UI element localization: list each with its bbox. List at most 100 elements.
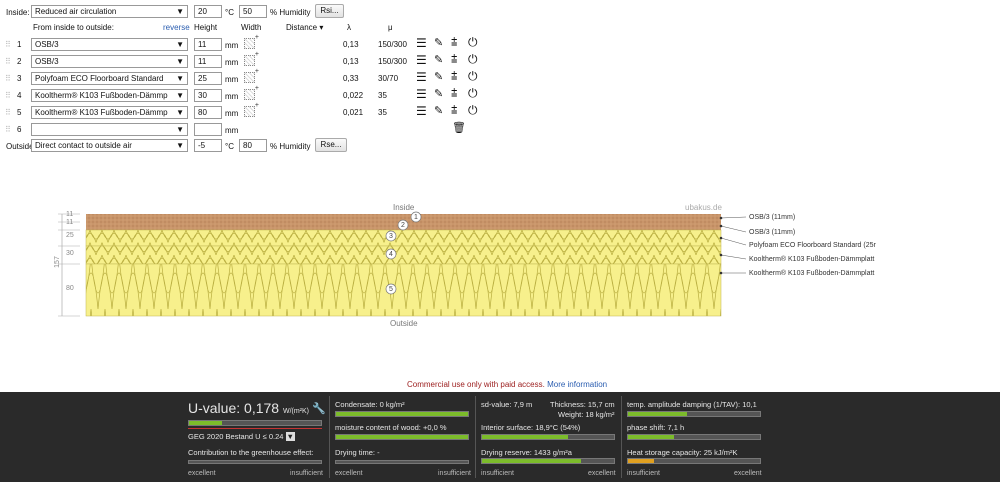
menu-icon[interactable]: ☰	[416, 88, 427, 100]
drag-handle-icon[interactable]: ⠿	[5, 108, 11, 117]
edit-pencil-icon[interactable]: ✎	[434, 89, 443, 100]
drag-handle-icon[interactable]: ⠿	[5, 57, 11, 66]
wrench-icon[interactable]: 🔧	[312, 402, 326, 415]
dim-label-5: 80	[66, 285, 74, 292]
marker-5: 5	[389, 286, 393, 293]
layer-material-value: OSB/3	[35, 40, 59, 49]
layer-material-select[interactable]: Kooltherm® K103 Fußboden-Dämmp ▼	[31, 89, 188, 102]
greenhouse-insufficient: insufficient	[290, 470, 323, 477]
inside-humidity-unit: % Humidity	[270, 8, 311, 17]
outside-humidity-unit: % Humidity	[270, 142, 311, 151]
insert-layer-icon[interactable]: ⩲	[451, 71, 457, 82]
edit-pencil-icon[interactable]: ✎	[434, 55, 443, 66]
layer-label-4: Kooltherm® K103 Fußboden-Dämmplatt	[749, 256, 875, 263]
dim-label-2: 11	[66, 219, 74, 226]
drag-handle-icon[interactable]: ⠿	[5, 74, 11, 83]
rse-button[interactable]: Rse...	[315, 138, 347, 152]
heat-excellent: excellent	[734, 470, 762, 477]
insert-layer-icon[interactable]: ⩲	[451, 88, 457, 99]
layer-mu: 30/70	[378, 74, 399, 83]
menu-icon[interactable]: ☰	[416, 54, 427, 66]
inside-condition-select[interactable]: Reduced air circulation ▼	[31, 5, 188, 18]
power-toggle-icon[interactable]: ⏻	[468, 53, 478, 65]
width-pattern-icon[interactable]	[244, 51, 259, 66]
width-pattern-icon[interactable]	[244, 102, 259, 117]
weight-label: Weight: 18 kg/m²	[558, 410, 615, 419]
layer-material-select[interactable]: ▼	[31, 123, 188, 136]
power-toggle-icon[interactable]: ⏻	[468, 104, 478, 116]
drag-handle-icon[interactable]: ⠿	[5, 91, 11, 100]
layer-mu: 35	[378, 91, 387, 100]
insert-layer-icon[interactable]: ⩲	[451, 105, 457, 116]
power-toggle-icon[interactable]: ⏻	[468, 36, 478, 48]
edit-pencil-icon[interactable]: ✎	[434, 72, 443, 83]
outside-humidity-input[interactable]: 80	[239, 139, 267, 152]
layer-lambda: 0,021	[343, 108, 364, 117]
outside-condition-select[interactable]: Direct contact to outside air ▼	[31, 139, 188, 152]
drag-handle-icon[interactable]: ⠿	[5, 40, 11, 49]
distance-header[interactable]: Distance ▾	[286, 23, 323, 33]
edit-pencil-icon[interactable]: ✎	[434, 106, 443, 117]
layer-lambda: 0,13	[343, 57, 359, 66]
chevron-down-icon: ▼	[176, 7, 184, 16]
width-pattern-icon[interactable]	[244, 34, 259, 49]
uvalue-label: U-value:	[188, 400, 241, 416]
insert-layer-icon[interactable]: ⩲	[451, 54, 457, 65]
layer-mu: 150/300	[378, 40, 407, 49]
drag-handle-icon[interactable]: ⠿	[5, 125, 11, 134]
moisture-label: moisture content of wood: +0,0 %	[335, 423, 447, 432]
outside-temp-input[interactable]: -5	[194, 139, 222, 152]
layer-height-input[interactable]: 11	[194, 38, 222, 51]
layer-material-select[interactable]: Kooltherm® K103 Fußboden-Dämmp ▼	[31, 106, 188, 119]
total-thickness-label: 157	[53, 256, 61, 268]
layer-height-unit: mm	[225, 109, 239, 118]
wall-section-diagram	[58, 211, 747, 317]
layer-material-select[interactable]: Polyfoam ECO Floorboard Standard ▼	[31, 72, 188, 85]
commercial-notice: Commercial use only with paid access. Mo…	[407, 380, 607, 390]
layer-height-input[interactable]: 80	[194, 106, 222, 119]
condensate-label: Condensate: 0 kg/m²	[335, 400, 405, 409]
layer-height-input[interactable]: 30	[194, 89, 222, 102]
power-toggle-icon[interactable]: ⏻	[468, 87, 478, 99]
lambda-header: λ	[347, 23, 351, 32]
layer-number: 2	[17, 57, 22, 66]
dim-label-4: 30	[66, 250, 74, 257]
chevron-down-icon: ▼	[176, 57, 184, 66]
temp-amplitude-bar	[627, 411, 761, 417]
insert-layer-icon[interactable]: ⩲	[451, 37, 457, 48]
layer-number: 3	[17, 74, 22, 83]
layer-number: 1	[17, 40, 22, 49]
width-pattern-icon[interactable]	[244, 85, 259, 100]
inside-temp-input[interactable]: 20	[194, 5, 222, 18]
layer-material-select[interactable]: OSB/3 ▼	[31, 55, 188, 68]
inside-humidity-input[interactable]: 50	[239, 5, 267, 18]
edit-pencil-icon[interactable]: ✎	[434, 38, 443, 49]
menu-icon[interactable]: ☰	[416, 105, 427, 117]
thickness-label: Thickness: 15,7 cm	[550, 400, 615, 409]
trash-icon[interactable]: 🗑	[452, 123, 466, 134]
reverse-link[interactable]: reverse	[163, 23, 190, 33]
layer-material-select[interactable]: OSB/3 ▼	[31, 38, 188, 51]
phase-shift-bar	[627, 434, 761, 440]
from-inside-label: From inside to outside:	[33, 23, 114, 32]
more-info-link[interactable]: More information	[547, 380, 607, 389]
uvalue-bar-fill	[189, 421, 222, 425]
geg-label: GEG 2020 Bestand U ≤ 0.24 ▼	[188, 432, 295, 441]
drying-excellent: excellent	[335, 470, 363, 477]
drying-insufficient: insufficient	[438, 470, 471, 477]
layer-height-input[interactable]: 11	[194, 55, 222, 68]
menu-icon[interactable]: ☰	[416, 37, 427, 49]
layer-height-input[interactable]: 25	[194, 72, 222, 85]
heat-storage-bar-fill	[628, 459, 655, 463]
heat-insufficient: insufficient	[627, 470, 660, 477]
rsi-button[interactable]: Rsi...	[315, 4, 344, 18]
greenhouse-bar	[188, 460, 322, 464]
drying-reserve-label: Drying reserve: 1433 g/m²a	[481, 448, 572, 457]
dropdown-icon[interactable]: ▼	[285, 432, 295, 441]
power-toggle-icon[interactable]: ⏻	[468, 70, 478, 82]
width-pattern-icon[interactable]	[244, 68, 259, 83]
menu-icon[interactable]: ☰	[416, 71, 427, 83]
layer-label-5: Kooltherm® K103 Fußboden-Dämmplatt	[749, 270, 875, 277]
layer-height-input[interactable]	[194, 123, 222, 136]
chevron-down-icon: ▼	[176, 125, 184, 134]
